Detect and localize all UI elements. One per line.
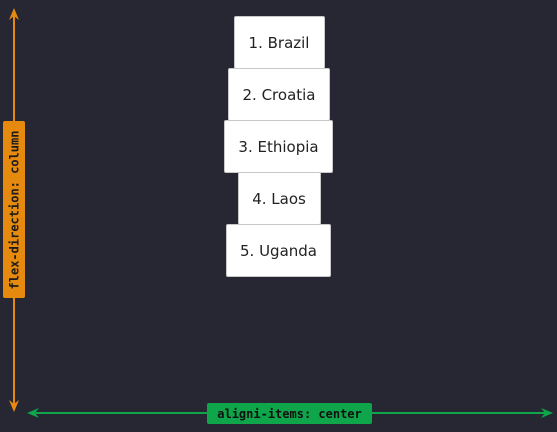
list-item: 3. Ethiopia <box>224 120 333 173</box>
flex-column-container: 1. Brazil 2. Croatia 3. Ethiopia 4. Laos… <box>0 16 557 277</box>
align-items-label: aligni-items: center <box>207 403 372 424</box>
list-item: 1. Brazil <box>233 16 325 69</box>
list-item: 5. Uganda <box>226 224 331 277</box>
list-item: 2. Croatia <box>228 68 330 121</box>
list-item: 4. Laos <box>237 172 321 225</box>
